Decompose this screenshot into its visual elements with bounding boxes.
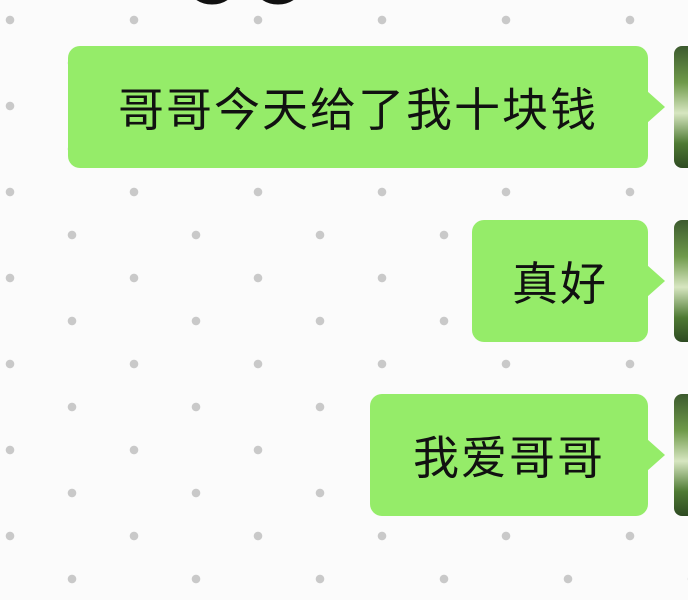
message-text: 我爱哥哥 <box>370 394 648 516</box>
bubble-tail <box>647 265 665 297</box>
avatar[interactable] <box>674 394 688 516</box>
avatar[interactable] <box>674 46 688 168</box>
avatar[interactable] <box>674 220 688 342</box>
message-bubble[interactable]: 我爱哥哥 <box>370 394 665 516</box>
message-text: 哥哥今天给了我十块钱 <box>68 46 648 168</box>
message-text: 真好 <box>472 220 648 342</box>
message-bubble[interactable]: 哥哥今天给了我十块钱 <box>68 46 665 168</box>
glasses-icon <box>196 0 294 5</box>
bubble-tail <box>647 91 665 123</box>
message-bubble[interactable]: 真好 <box>472 220 665 342</box>
bubble-tail <box>647 439 665 471</box>
